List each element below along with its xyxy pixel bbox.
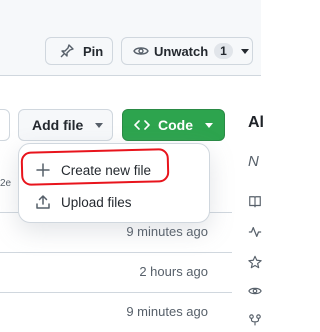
book-icon [249, 196, 261, 208]
upload-icon [36, 195, 50, 209]
eye-icon [133, 47, 149, 55]
code-icon [134, 120, 150, 130]
about-description: N [248, 153, 259, 170]
upload-files-item[interactable]: Upload files [19, 186, 209, 218]
unwatch-button[interactable]: Unwatch 1 [121, 37, 253, 65]
commit-time: 2 hours ago [139, 264, 208, 279]
code-button[interactable]: Code [122, 109, 225, 141]
activity-icon [248, 227, 262, 237]
pin-label: Pin [83, 43, 104, 59]
fork-icon [249, 314, 261, 326]
chevron-down-icon [95, 122, 104, 128]
pin-icon [60, 44, 74, 58]
commit-time: 9 minutes ago [126, 224, 208, 239]
chevron-down-icon [240, 48, 249, 54]
add-file-label: Add file [32, 117, 84, 133]
upload-files-label: Upload files [61, 194, 132, 210]
branch-selector-edge[interactable] [0, 109, 10, 141]
add-file-button[interactable]: Add file [18, 109, 113, 141]
watch-count-badge: 1 [214, 43, 233, 59]
annotation-highlight [20, 148, 170, 186]
repo-header: Pin Unwatch 1 [0, 0, 261, 76]
commit-hash-fragment: 2e [0, 178, 12, 189]
star-icon [248, 255, 262, 269]
table-row[interactable]: 9 minutes ago [0, 292, 232, 332]
about-heading: Al [248, 114, 264, 131]
unwatch-label: Unwatch [154, 43, 209, 59]
commit-time: 9 minutes ago [126, 304, 208, 319]
chevron-down-icon [205, 122, 213, 128]
table-row[interactable]: 2 hours ago [0, 252, 232, 292]
eye-icon [248, 287, 262, 295]
code-label: Code [158, 117, 193, 133]
pin-button[interactable]: Pin [45, 37, 113, 65]
